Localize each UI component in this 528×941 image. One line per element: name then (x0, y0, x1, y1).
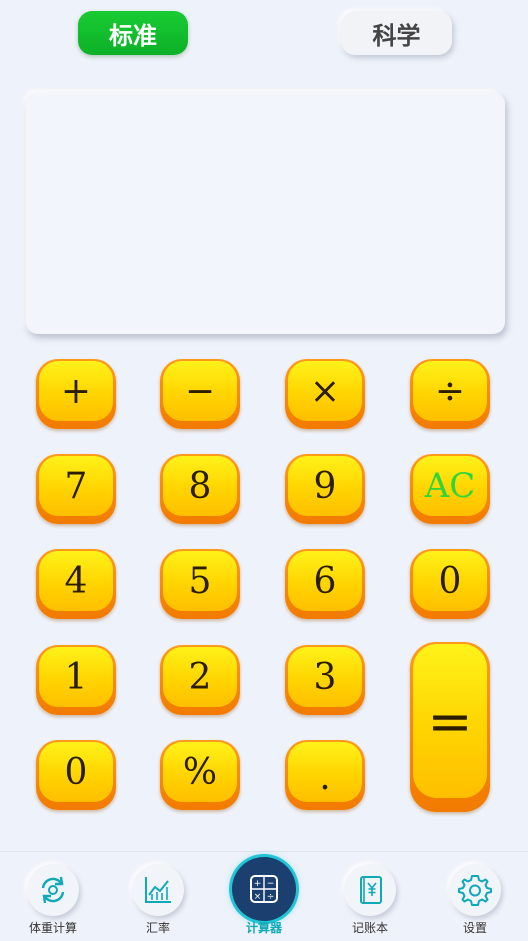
tab-standard[interactable]: 标准 (78, 11, 188, 55)
percent-button[interactable]: % (160, 740, 240, 810)
five-button[interactable]: 5 (160, 549, 240, 619)
eight-button[interactable]: 8 (160, 454, 240, 524)
refresh-icon (27, 864, 79, 916)
nav-label-weight: 体重计算 (28, 921, 77, 935)
clear-label: AC (413, 456, 487, 516)
nav-item-calculator[interactable]: + − × ÷ 计算器 (219, 852, 309, 941)
six-label: 6 (288, 551, 362, 611)
three-label: 3 (288, 647, 362, 707)
equals-button[interactable]: = (410, 642, 490, 812)
two-label: 2 (163, 647, 237, 707)
divide-label: ÷ (413, 361, 487, 421)
nine-label: 9 (288, 456, 362, 516)
nine-button[interactable]: 9 (285, 454, 365, 524)
svg-text:+: + (254, 879, 262, 889)
zero-button[interactable]: 0 (36, 740, 116, 810)
one-label: 1 (39, 647, 113, 707)
four-button[interactable]: 4 (36, 549, 116, 619)
calculator-display (26, 92, 505, 334)
chart-icon (132, 864, 184, 916)
plus-label: + (39, 361, 113, 421)
notebook-yen-icon (344, 864, 396, 916)
zero-label: 0 (39, 742, 113, 802)
eight-label: 8 (163, 456, 237, 516)
one-button[interactable]: 1 (36, 645, 116, 715)
gear-icon (449, 864, 501, 916)
nav-label-settings: 设置 (462, 921, 487, 935)
four-label: 4 (39, 551, 113, 611)
five-label: 5 (163, 551, 237, 611)
minus-button[interactable]: − (160, 359, 240, 429)
svg-text:−: − (267, 879, 275, 889)
equals-label: = (413, 644, 487, 798)
plus-button[interactable]: + (36, 359, 116, 429)
multiply-button[interactable]: × (285, 359, 365, 429)
nav-item-ledger[interactable]: 记账本 (325, 852, 415, 941)
multiply-label: × (288, 361, 362, 421)
decimal-button[interactable]: . (285, 740, 365, 810)
nav-label-calculator: 计算器 (245, 921, 282, 935)
svg-text:×: × (254, 892, 262, 902)
minus-label: − (163, 361, 237, 421)
percent-label: % (163, 742, 237, 802)
three-button[interactable]: 3 (285, 645, 365, 715)
zero-right-button[interactable]: 0 (410, 549, 490, 619)
svg-text:÷: ÷ (267, 892, 275, 902)
six-button[interactable]: 6 (285, 549, 365, 619)
nav-label-exchange: 汇率 (145, 921, 170, 935)
tab-science[interactable]: 科学 (341, 11, 452, 55)
nav-item-settings[interactable]: 设置 (430, 852, 520, 941)
nav-label-ledger: 记账本 (351, 921, 388, 935)
nav-item-weight[interactable]: 体重计算 (8, 852, 98, 941)
seven-button[interactable]: 7 (36, 454, 116, 524)
calculator-icon: + − × ÷ (232, 857, 296, 921)
clear-button[interactable]: AC (410, 454, 490, 524)
divide-button[interactable]: ÷ (410, 359, 490, 429)
seven-label: 7 (39, 456, 113, 516)
two-button[interactable]: 2 (160, 645, 240, 715)
bottom-navigation: 体重计算 汇率 + − × ÷ 计算器 记账本 设置 (0, 851, 528, 941)
zero-right-label: 0 (413, 551, 487, 611)
decimal-label: . (288, 742, 362, 802)
nav-item-exchange[interactable]: 汇率 (113, 852, 203, 941)
